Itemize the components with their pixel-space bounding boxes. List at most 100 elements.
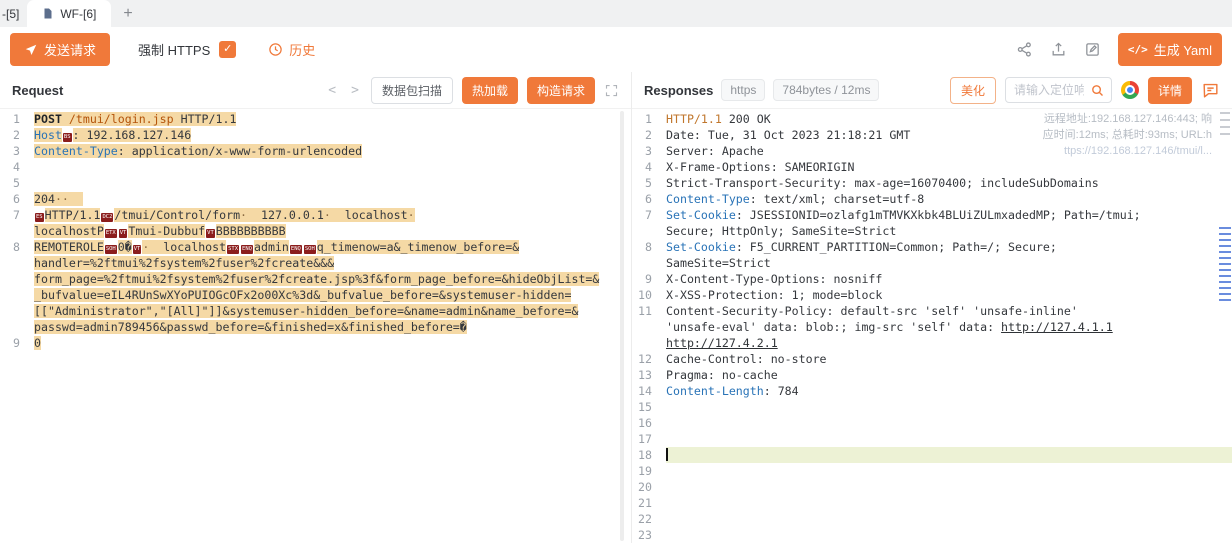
app-window: -[5] WF-[6] + 发送请求 强制 HTTPS ✓ 历史 <box>0 0 1232 543</box>
line-number <box>0 271 34 287</box>
code-line[interactable]: 7ESHTTP/1.1DC2/tmui/Control/form· 127.0.… <box>0 207 631 223</box>
code-line[interactable]: 13Pragma: no-cache <box>632 367 1232 383</box>
code-line[interactable]: 1POST /tmui/login.jsp HTTP/1.1 <box>0 111 631 127</box>
code-line[interactable]: 6204·· <box>0 191 631 207</box>
hot-reload-button[interactable]: 热加载 <box>462 77 518 104</box>
construct-request-button[interactable]: 构造请求 <box>527 77 595 104</box>
export-icon[interactable] <box>1050 41 1067 58</box>
code-line[interactable]: 12Cache-Control: no-store <box>632 351 1232 367</box>
line-number: 19 <box>632 463 666 479</box>
code-line[interactable]: 22 <box>632 511 1232 527</box>
packet-scan-button[interactable]: 数据包扫描 <box>371 77 453 104</box>
response-search-input[interactable] <box>1012 82 1086 98</box>
code-line[interactable]: 8REMOTEROLESOH0�VT· localhostSTXENQadmin… <box>0 239 631 255</box>
code-line[interactable]: 2Date: Tue, 31 Oct 2023 21:18:21 GMT <box>632 127 1232 143</box>
force-https-checkbox[interactable]: ✓ <box>219 41 236 58</box>
search-icon[interactable] <box>1090 83 1105 98</box>
comment-icon[interactable] <box>1201 81 1220 100</box>
tab-partial[interactable]: -[5] <box>0 0 27 27</box>
fullscreen-icon[interactable] <box>604 83 619 98</box>
share-icon[interactable] <box>1016 41 1033 58</box>
tab-label: WF-[6] <box>60 7 96 21</box>
response-panel-header: Responses https 784bytes / 12ms 美化 详情 <box>632 72 1232 109</box>
line-number: 2 <box>632 127 666 143</box>
code-line[interactable]: passwd=admin789456&passwd_before=&finish… <box>0 319 631 335</box>
line-number <box>632 319 666 335</box>
code-line[interactable]: 8Set-Cookie: F5_CURRENT_PARTITION=Common… <box>632 239 1232 255</box>
line-number: 21 <box>632 495 666 511</box>
edit-icon[interactable] <box>1084 41 1101 58</box>
response-panel: Responses https 784bytes / 12ms 美化 详情 <box>632 72 1232 543</box>
code-line[interactable]: 16 <box>632 415 1232 431</box>
code-line[interactable]: Secure; HttpOnly; SameSite=Strict <box>632 223 1232 239</box>
line-number <box>632 223 666 239</box>
tab-bar: -[5] WF-[6] + <box>0 0 1232 27</box>
code-line[interactable]: 18 <box>632 447 1232 463</box>
code-line[interactable]: 19 <box>632 463 1232 479</box>
line-number <box>0 223 34 239</box>
send-request-label: 发送请求 <box>44 40 96 59</box>
line-number: 9 <box>0 335 34 351</box>
prev-request-button[interactable]: < <box>325 83 339 98</box>
line-number: 8 <box>632 239 666 255</box>
toolbar-right-group: </> 生成 Yaml <box>1016 33 1222 66</box>
code-line[interactable]: 5Strict-Transport-Security: max-age=1607… <box>632 175 1232 191</box>
code-line[interactable]: _bufvalue=eIL4RUnSwXYoPUIOGcOFx2o00Xc%3d… <box>0 287 631 303</box>
request-scrollbar[interactable] <box>620 111 624 541</box>
code-line[interactable]: 1HTTP/1.1 200 OK <box>632 111 1232 127</box>
code-line[interactable]: localhostPETXVTTmui-DubbufVTBBBBBBBBBB <box>0 223 631 239</box>
code-line[interactable]: SameSite=Strict <box>632 255 1232 271</box>
tab-active[interactable]: WF-[6] <box>27 0 111 27</box>
code-line[interactable]: 'unsafe-eval' data: blob:; img-src 'self… <box>632 319 1232 335</box>
generate-yaml-button[interactable]: </> 生成 Yaml <box>1118 33 1222 66</box>
response-header-actions: 美化 详情 <box>950 77 1220 104</box>
request-title: Request <box>12 83 63 98</box>
code-line[interactable]: form_page=%2ftmui%2fsystem%2fuser%2fcrea… <box>0 271 631 287</box>
minimap[interactable] <box>1218 109 1232 543</box>
details-button[interactable]: 详情 <box>1148 77 1192 104</box>
chrome-icon[interactable] <box>1121 81 1139 99</box>
send-request-button[interactable]: 发送请求 <box>10 33 110 66</box>
code-line[interactable]: 10X-XSS-Protection: 1; mode=block <box>632 287 1232 303</box>
code-line[interactable]: 15 <box>632 399 1232 415</box>
response-title: Responses <box>644 83 713 98</box>
line-number: 14 <box>632 383 666 399</box>
code-icon: </> <box>1128 43 1148 56</box>
next-request-button[interactable]: > <box>348 83 362 98</box>
code-line[interactable]: 7Set-Cookie: JSESSIONID=ozlafg1mTMVKXkbk… <box>632 207 1232 223</box>
line-number: 7 <box>632 207 666 223</box>
line-number: 5 <box>632 175 666 191</box>
code-line[interactable]: 5 <box>0 175 631 191</box>
code-line[interactable]: 3Server: Apache <box>632 143 1232 159</box>
response-editor[interactable]: 远程地址:192.168.127.146:443; 响 应时间:12ms; 总耗… <box>632 109 1232 543</box>
code-line[interactable]: 2HostBS: 192.168.127.146 <box>0 127 631 143</box>
main-toolbar: 发送请求 强制 HTTPS ✓ 历史 </> 生成 Yaml <box>0 27 1232 72</box>
code-line[interactable]: 23 <box>632 527 1232 543</box>
code-line[interactable]: 17 <box>632 431 1232 447</box>
code-line[interactable]: 21 <box>632 495 1232 511</box>
code-line[interactable]: 3Content-Type: application/x-www-form-ur… <box>0 143 631 159</box>
line-number: 12 <box>632 351 666 367</box>
code-line[interactable]: 4X-Frame-Options: SAMEORIGIN <box>632 159 1232 175</box>
code-line[interactable]: 9X-Content-Type-Options: nosniff <box>632 271 1232 287</box>
history-label: 历史 <box>289 40 315 59</box>
request-header-actions: < > 数据包扫描 热加载 构造请求 <box>325 77 619 104</box>
line-number: 6 <box>0 191 34 207</box>
line-number: 3 <box>0 143 34 159</box>
request-editor[interactable]: 1POST /tmui/login.jsp HTTP/1.12HostBS: 1… <box>0 109 631 543</box>
beautify-button[interactable]: 美化 <box>950 77 996 104</box>
line-number <box>632 255 666 271</box>
new-tab-button[interactable]: + <box>111 0 144 27</box>
code-line[interactable]: 20 <box>632 479 1232 495</box>
line-number: 2 <box>0 127 34 143</box>
code-line[interactable]: 14Content-Length: 784 <box>632 383 1232 399</box>
code-line[interactable]: 11Content-Security-Policy: default-src '… <box>632 303 1232 319</box>
history-button[interactable]: 历史 <box>268 40 315 59</box>
code-line[interactable]: handler=%2ftmui%2fsystem%2fuser%2fcreate… <box>0 255 631 271</box>
code-line[interactable]: [["Administrator","[All]"]]&systemuser-h… <box>0 303 631 319</box>
code-line[interactable]: 4 <box>0 159 631 175</box>
code-line[interactable]: 6Content-Type: text/xml; charset=utf-8 <box>632 191 1232 207</box>
code-line[interactable]: 90 <box>0 335 631 351</box>
code-line[interactable]: http://127.4.2.1 <box>632 335 1232 351</box>
line-number <box>0 319 34 335</box>
